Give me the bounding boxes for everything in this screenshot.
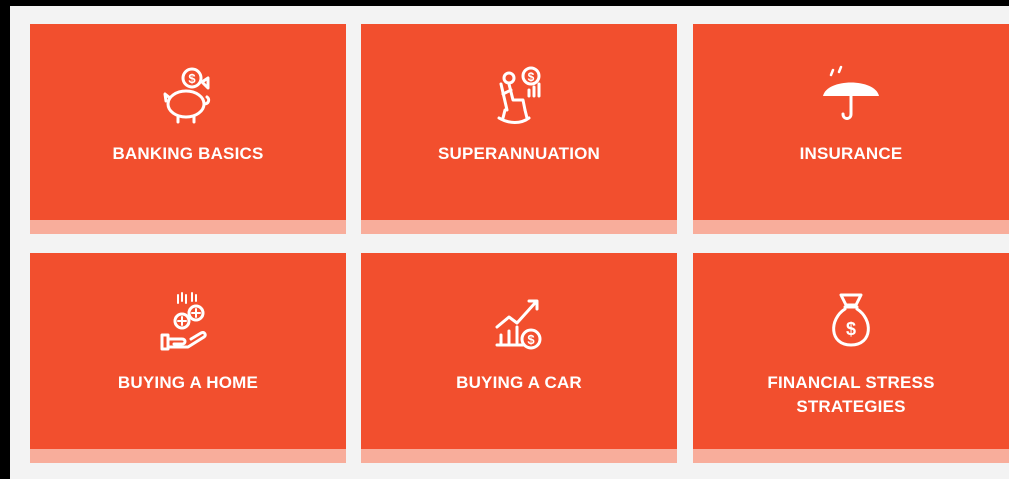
tile-superannuation[interactable]: $ SUPERANNUATION xyxy=(361,24,677,234)
hand-coins-icon xyxy=(156,291,220,355)
umbrella-icon xyxy=(819,64,883,128)
piggy-bank-icon: $ xyxy=(156,64,220,128)
tile-banking-basics[interactable]: $ BANKING BASICS xyxy=(30,24,346,234)
money-bag-icon: $ xyxy=(819,289,883,353)
tile-label: FINANCIAL STRESS STRATEGIES xyxy=(767,373,935,416)
tile-accent-stripe xyxy=(693,449,1009,463)
growth-chart-coin-icon: $ xyxy=(487,291,551,355)
tile-accent-stripe xyxy=(30,220,346,234)
tile-label: BANKING BASICS xyxy=(112,144,264,163)
tile-accent-stripe xyxy=(30,449,346,463)
tile-insurance[interactable]: INSURANCE xyxy=(693,24,1009,234)
tile-accent-stripe xyxy=(361,449,677,463)
svg-text:$: $ xyxy=(528,70,535,84)
svg-text:$: $ xyxy=(846,319,856,339)
tile-financial-stress-strategies[interactable]: $ FINANCIAL STRESS STRATEGIES xyxy=(693,253,1009,463)
tile-accent-stripe xyxy=(361,220,677,234)
svg-text:$: $ xyxy=(527,332,535,347)
tile-label: INSURANCE xyxy=(799,144,903,163)
tile-accent-stripe xyxy=(693,220,1009,234)
svg-text:$: $ xyxy=(188,71,196,86)
tile-label: SUPERANNUATION xyxy=(437,144,601,163)
topics-grid: $ BANKING BASICS $ SUPERANNUATION INSURA… xyxy=(10,6,1009,479)
retiree-rocking-chair-icon: $ xyxy=(487,64,551,128)
tile-label: BUYING A HOME xyxy=(117,373,259,392)
tile-buying-a-home[interactable]: BUYING A HOME xyxy=(30,253,346,463)
tile-buying-a-car[interactable]: $ BUYING A CAR xyxy=(361,253,677,463)
tile-label: BUYING A CAR xyxy=(456,373,582,392)
